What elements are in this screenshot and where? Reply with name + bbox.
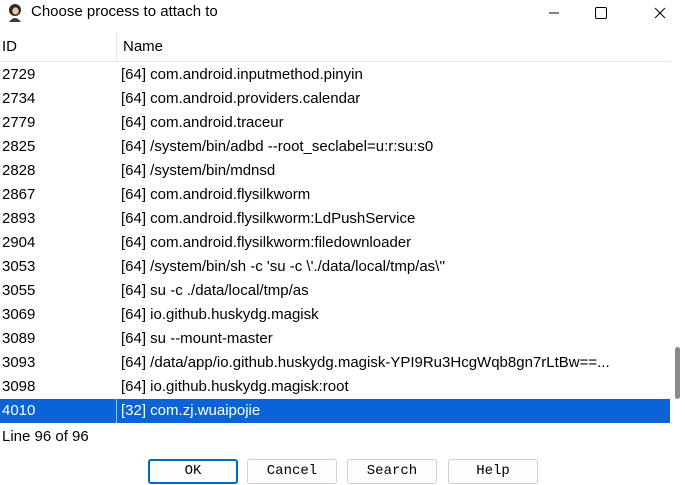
table-row[interactable]: 3055 [64] su -c ./data/local/tmp/as: [0, 279, 670, 303]
process-name: [64] su --mount-master: [121, 330, 273, 347]
table-row[interactable]: 3053 [64] /system/bin/sh -c 'su -c \'./da…: [0, 255, 670, 279]
table-row[interactable]: 2904 [64] com.android.flysilkworm:filedow…: [0, 231, 670, 255]
process-name: [64] io.github.huskydg.magisk:root: [121, 378, 349, 395]
process-name: [64] com.android.flysilkworm:LdPushServi…: [121, 210, 416, 227]
list-header: ID Name: [0, 32, 670, 62]
list-rows: 2729 [64] com.android.inputmethod.pinyin …: [0, 63, 670, 423]
vertical-scrollbar[interactable]: [670, 32, 685, 423]
minimize-button[interactable]: [531, 0, 577, 26]
table-row[interactable]: 3093 [64] /data/app/io.github.huskydg.mag…: [0, 351, 670, 375]
process-id: 2828: [2, 162, 36, 179]
process-id: 3093: [2, 354, 36, 371]
process-name: [64] /system/bin/mdnsd: [121, 162, 276, 179]
process-id: 2825: [2, 138, 36, 155]
table-row[interactable]: 3069 [64] io.github.huskydg.magisk: [0, 303, 670, 327]
process-id: 3069: [2, 306, 36, 323]
ok-button[interactable]: OK: [148, 459, 238, 484]
process-name: [32] com.zj.wuaipojie: [121, 402, 261, 419]
process-id: 2867: [2, 186, 36, 203]
process-name: [64] com.android.traceur: [121, 114, 284, 131]
table-row-selected[interactable]: 4010 [32] com.zj.wuaipojie: [0, 399, 670, 423]
process-list[interactable]: ID Name 2729 [64] com.android.inputmethod…: [0, 32, 670, 423]
close-button[interactable]: [637, 0, 683, 26]
process-name: [64] /data/app/io.github.huskydg.magisk-…: [121, 354, 610, 371]
table-row[interactable]: 3098 [64] io.github.huskydg.magisk:root: [0, 375, 670, 399]
column-divider[interactable]: [116, 32, 117, 62]
status-text: Line 96 of 96: [2, 428, 89, 445]
process-id: 3089: [2, 330, 36, 347]
close-icon: [654, 7, 666, 19]
process-name: [64] com.android.providers.calendar: [121, 90, 361, 107]
process-id: 3098: [2, 378, 36, 395]
title-bar: Choose process to attach to: [0, 0, 685, 26]
table-row[interactable]: 3089 [64] su --mount-master: [0, 327, 670, 351]
process-name: [64] com.android.flysilkworm: [121, 186, 311, 203]
process-name: [64] com.android.inputmethod.pinyin: [121, 66, 363, 83]
process-id: 4010: [2, 402, 36, 419]
cancel-button[interactable]: Cancel: [247, 459, 337, 484]
process-name: [64] io.github.huskydg.magisk: [121, 306, 319, 323]
maximize-icon: [595, 7, 607, 19]
process-name: [64] /system/bin/sh -c 'su -c \'./data/l…: [121, 258, 446, 275]
table-row[interactable]: 2828 [64] /system/bin/mdnsd: [0, 159, 670, 183]
table-row[interactable]: 2779 [64] com.android.traceur: [0, 111, 670, 135]
scrollbar-thumb[interactable]: [675, 347, 680, 399]
column-divider: [116, 399, 117, 423]
process-id: 2904: [2, 234, 36, 251]
process-id: 2893: [2, 210, 36, 227]
window-title: Choose process to attach to: [31, 3, 218, 20]
search-button[interactable]: Search: [347, 459, 437, 484]
column-header-name[interactable]: Name: [123, 32, 163, 62]
process-id: 2729: [2, 66, 36, 83]
table-row[interactable]: 2734 [64] com.android.providers.calendar: [0, 87, 670, 111]
process-id: 2734: [2, 90, 36, 107]
process-name: [64] /system/bin/adbd --root_seclabel=u:…: [121, 138, 434, 155]
minimize-icon: [549, 12, 559, 14]
process-id: 3053: [2, 258, 36, 275]
table-row[interactable]: 2729 [64] com.android.inputmethod.pinyin: [0, 63, 670, 87]
maximize-button[interactable]: [578, 0, 624, 26]
app-icon: [9, 4, 21, 22]
process-name: [64] com.android.flysilkworm:filedownloa…: [121, 234, 412, 251]
process-name: [64] su -c ./data/local/tmp/as: [121, 282, 309, 299]
table-row[interactable]: 2867 [64] com.android.flysilkworm: [0, 183, 670, 207]
process-id: 3055: [2, 282, 36, 299]
column-header-id[interactable]: ID: [2, 32, 17, 62]
help-button[interactable]: Help: [448, 459, 538, 484]
table-row[interactable]: 2893 [64] com.android.flysilkworm:LdPushS…: [0, 207, 670, 231]
process-id: 2779: [2, 114, 36, 131]
table-row[interactable]: 2825 [64] /system/bin/adbd --root_seclabe…: [0, 135, 670, 159]
